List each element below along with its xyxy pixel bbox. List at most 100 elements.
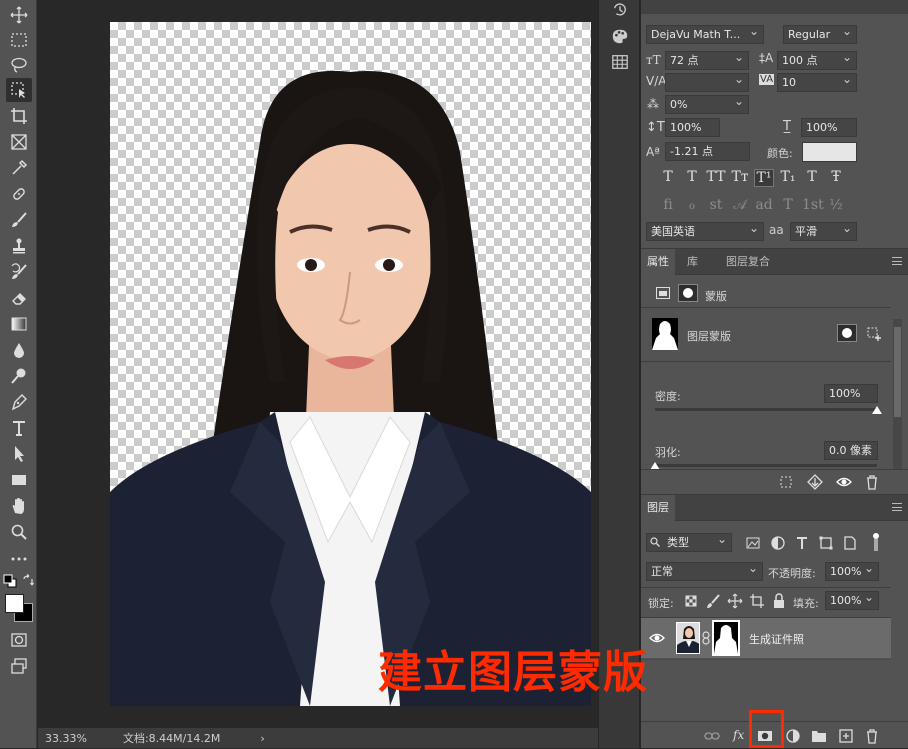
opentype-button-1[interactable]: ℴ	[682, 197, 702, 213]
filter-shape-icon[interactable]	[817, 534, 835, 552]
pen-tool-icon[interactable]	[6, 390, 32, 414]
new-group-icon[interactable]	[810, 727, 828, 745]
type-style-button-5[interactable]: T₁	[778, 169, 798, 185]
type-style-button-0[interactable]: T	[658, 169, 678, 185]
tab-libraries[interactable]: 库	[681, 249, 704, 275]
pixel-mask-icon[interactable]	[656, 287, 670, 299]
mask-link-icon[interactable]	[702, 631, 710, 645]
eyedropper-tool-icon[interactable]	[6, 156, 32, 180]
blur-tool-icon[interactable]	[6, 338, 32, 362]
dodge-tool-icon[interactable]	[6, 364, 32, 388]
swap-colors-icon[interactable]	[21, 574, 35, 588]
delete-layer-icon[interactable]	[863, 727, 881, 745]
opentype-button-6[interactable]: 1st	[802, 197, 824, 213]
font-family-select[interactable]: DejaVu Math T...	[646, 25, 764, 44]
swatches-panel-icon[interactable]	[610, 26, 630, 46]
lock-artboard-icon[interactable]	[748, 592, 766, 610]
status-menu-arrow[interactable]: ›	[260, 732, 264, 745]
type-style-button-7[interactable]: Ŧ	[826, 169, 846, 185]
zoom-level[interactable]: 33.33%	[45, 732, 87, 745]
filter-smart-object-icon[interactable]	[841, 534, 859, 552]
select-mask-icon[interactable]	[837, 324, 857, 342]
language-select[interactable]: 美国英语	[646, 222, 764, 241]
layer-visibility-eye-icon[interactable]	[648, 629, 666, 647]
lock-position-icon[interactable]	[726, 592, 744, 610]
path-select-tool-icon[interactable]	[6, 442, 32, 466]
link-layers-icon[interactable]	[703, 727, 721, 745]
mask-panel-icon[interactable]	[678, 284, 698, 302]
foreground-color-swatch[interactable]	[5, 594, 24, 613]
tracking-field[interactable]: 10	[777, 73, 857, 92]
fill-field[interactable]: 100%	[825, 591, 879, 610]
rectangle-tool-icon[interactable]	[6, 468, 32, 492]
screen-mode-icon[interactable]	[6, 654, 32, 678]
delete-mask-icon[interactable]	[863, 473, 881, 491]
tab-properties[interactable]: 属性	[641, 249, 675, 275]
quick-mask-icon[interactable]	[6, 628, 32, 652]
properties-menu-icon[interactable]	[892, 257, 902, 265]
feather-field[interactable]: 0.0 像素	[824, 441, 878, 460]
gradient-tool-icon[interactable]	[6, 312, 32, 336]
adjustment-layer-icon[interactable]	[784, 727, 802, 745]
density-field[interactable]: 100%	[824, 384, 878, 403]
lock-all-icon[interactable]	[770, 592, 788, 610]
history-brush-tool-icon[interactable]	[6, 260, 32, 284]
type-style-button-6[interactable]: T	[802, 169, 822, 185]
brush-tool-icon[interactable]	[6, 208, 32, 232]
filter-type-icon[interactable]	[793, 534, 811, 552]
fx-icon[interactable]: fx	[733, 728, 744, 742]
tab-layers[interactable]: 图层	[641, 495, 675, 521]
text-color-swatch[interactable]	[802, 142, 857, 162]
lasso-tool-icon[interactable]	[6, 53, 32, 77]
kerning-field[interactable]	[665, 73, 749, 92]
antialias-select[interactable]: 平滑	[790, 222, 857, 241]
crop-tool-icon[interactable]	[6, 104, 32, 128]
layer-mask-thumbnail[interactable]	[712, 620, 740, 656]
opentype-button-5[interactable]: T	[778, 197, 798, 213]
properties-scrollbar[interactable]	[893, 319, 902, 469]
feather-slider-track[interactable]	[655, 464, 877, 467]
new-layer-icon[interactable]	[837, 727, 855, 745]
hand-tool-icon[interactable]	[6, 494, 32, 518]
lock-transparent-icon[interactable]	[682, 592, 700, 610]
horizontal-scale-field[interactable]: 100%	[801, 118, 857, 137]
opentype-button-7[interactable]: ½	[826, 197, 846, 213]
object-select-tool-icon[interactable]	[6, 78, 32, 102]
frame-tool-icon[interactable]	[6, 130, 32, 154]
type-style-button-1[interactable]: T	[682, 169, 702, 185]
clone-stamp-tool-icon[interactable]	[6, 234, 32, 258]
type-style-button-3[interactable]: Tт	[730, 169, 750, 185]
layer-row[interactable]: 生成证件照	[641, 618, 891, 658]
type-style-button-4[interactable]: T¹	[754, 169, 774, 187]
marquee-tool-icon[interactable]	[6, 28, 32, 52]
font-style-select[interactable]: Regular	[783, 25, 857, 44]
load-selection-icon[interactable]	[777, 473, 795, 491]
opentype-button-3[interactable]: 𝒜	[730, 197, 750, 213]
filter-adjustment-icon[interactable]	[769, 534, 787, 552]
layer-name[interactable]: 生成证件照	[749, 631, 804, 647]
document-canvas[interactable]	[38, 0, 598, 727]
layers-menu-icon[interactable]	[892, 503, 902, 511]
blend-mode-select[interactable]: 正常	[646, 562, 763, 581]
filter-toggle[interactable]	[871, 533, 879, 551]
apply-mask-icon[interactable]	[806, 473, 824, 491]
vertical-scale-field[interactable]: 100%	[665, 118, 720, 137]
baseline-shift-field[interactable]: -1.21 点	[665, 142, 750, 161]
leading-field[interactable]: 100 点	[777, 51, 857, 70]
default-colors-icon[interactable]	[3, 574, 17, 588]
filter-pixel-icon[interactable]	[744, 534, 762, 552]
history-panel-icon[interactable]	[610, 0, 630, 20]
eraser-tool-icon[interactable]	[6, 286, 32, 310]
healing-brush-tool-icon[interactable]	[6, 182, 32, 206]
tsume-field[interactable]: 0%	[665, 95, 749, 114]
density-slider-track[interactable]	[655, 408, 877, 411]
more-tools-icon[interactable]	[6, 547, 32, 571]
font-size-field[interactable]: 72 点	[665, 51, 749, 70]
move-tool-icon[interactable]	[6, 3, 32, 27]
type-style-button-2[interactable]: TT	[706, 169, 726, 185]
density-slider-thumb[interactable]	[872, 406, 882, 414]
visibility-eye-icon[interactable]	[835, 473, 853, 491]
type-tool-icon[interactable]	[6, 416, 32, 440]
vector-mask-add-icon[interactable]	[865, 325, 883, 343]
grid-panel-icon[interactable]	[610, 52, 630, 72]
